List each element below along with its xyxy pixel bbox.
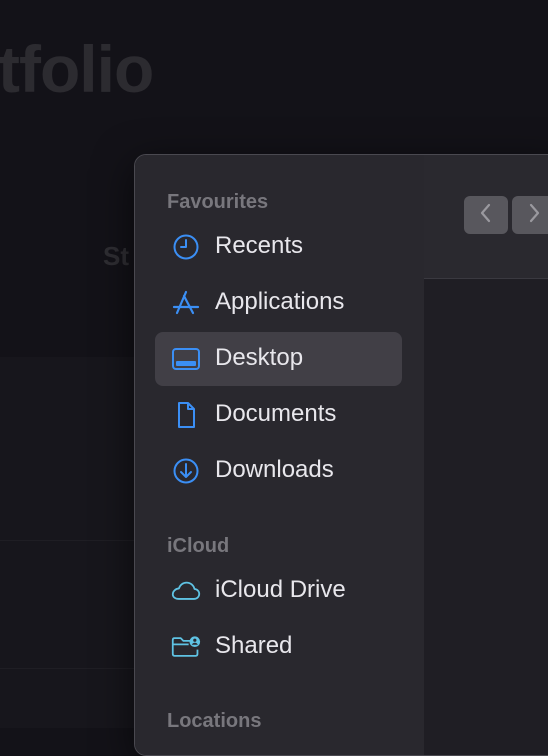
chevron-left-icon [478,202,494,229]
background-divider [0,540,136,541]
sidebar-item-desktop[interactable]: Desktop [155,332,402,386]
back-button[interactable] [464,196,508,234]
file-browser-main [424,155,548,755]
sidebar-item-label: Downloads [215,456,334,483]
document-icon [171,401,201,429]
cloud-icon [171,577,201,605]
sidebar-item-applications[interactable]: Applications [155,276,402,330]
sidebar: Favourites Recents Applications Desktop … [135,155,424,755]
forward-button[interactable] [512,196,548,234]
sidebar-item-label: iCloud Drive [215,576,346,603]
desktop-icon [171,345,201,373]
file-picker-dialog: Favourites Recents Applications Desktop … [134,154,548,756]
sidebar-item-icloud-drive[interactable]: iCloud Drive [155,564,402,618]
section-header-favourites: Favourites [167,191,269,213]
download-icon [171,457,201,485]
shared-folder-icon [171,633,201,661]
section-header-icloud: iCloud [167,535,230,557]
background-divider [0,668,136,669]
toolbar [424,155,548,279]
sidebar-item-shared[interactable]: Shared [155,620,402,674]
background-page-title: tfolio [0,32,154,106]
sidebar-item-label: Applications [215,288,345,315]
clock-icon [171,233,201,261]
section-header-locations: Locations [167,710,262,732]
sidebar-item-label: Shared [215,632,293,659]
applications-icon [171,289,201,317]
chevron-right-icon [526,202,542,229]
sidebar-item-recents[interactable]: Recents [155,220,402,274]
sidebar-item-label: Documents [215,400,337,427]
sidebar-item-documents[interactable]: Documents [155,388,402,442]
sidebar-item-label: Recents [215,232,304,259]
sidebar-item-downloads[interactable]: Downloads [155,444,402,498]
background-subtitle: St [103,241,129,271]
sidebar-item-label: Desktop [215,344,304,371]
